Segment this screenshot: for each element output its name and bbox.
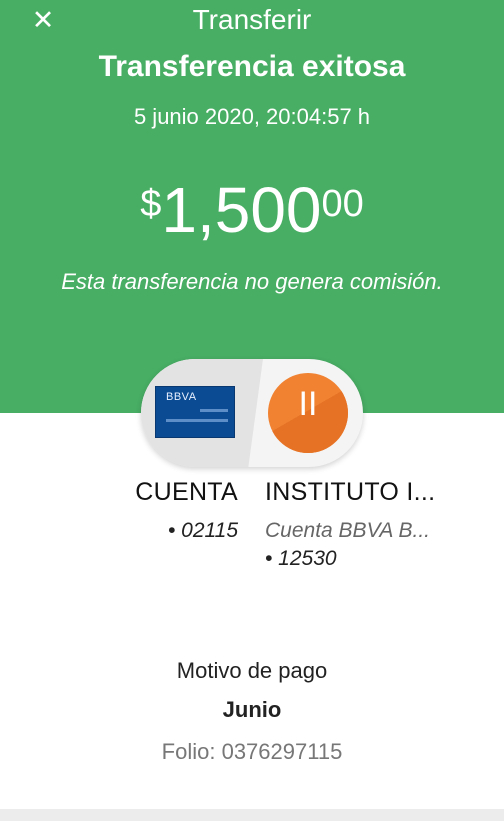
bottom-divider (0, 809, 504, 821)
avatar-initials: II (298, 385, 318, 423)
amount-currency: $ (140, 183, 162, 225)
bank-card-icon: BBVA (155, 386, 235, 438)
origin-account: CUENTA • 02115 (104, 478, 238, 543)
destination-account: INSTITUTO I... Cuenta BBVA B... • 12530 (265, 478, 465, 571)
card-brand: BBVA (166, 391, 197, 403)
amount-decimals: 00 (321, 183, 364, 225)
card-stripe (200, 409, 228, 412)
origin-account-number: • 02115 (167, 519, 238, 542)
page-title: Transferir (192, 4, 312, 35)
origin-account-name: CUENTA (135, 478, 238, 506)
transfer-amount: $1,50000 (0, 175, 504, 245)
folio-number: Folio: 0376297115 (161, 739, 343, 764)
destination-account-bank: Cuenta BBVA B... (265, 519, 430, 542)
amount-integer: 1,500 (161, 174, 322, 246)
payment-reason-label: Motivo de pago (176, 658, 328, 683)
recipient-avatar: II (268, 373, 348, 453)
commission-note: Esta transferencia no genera comisión. (61, 269, 443, 294)
success-heading: Transferencia exitosa (98, 50, 406, 83)
transfer-accounts-badge: BBVA II (141, 359, 363, 467)
card-stripe (166, 419, 228, 422)
destination-account-number: • 12530 (265, 547, 337, 570)
destination-account-name: INSTITUTO I... (265, 478, 436, 506)
transfer-datetime: 5 junio 2020, 20:04:57 h (133, 104, 371, 129)
payment-reason-value: Junio (222, 697, 282, 722)
